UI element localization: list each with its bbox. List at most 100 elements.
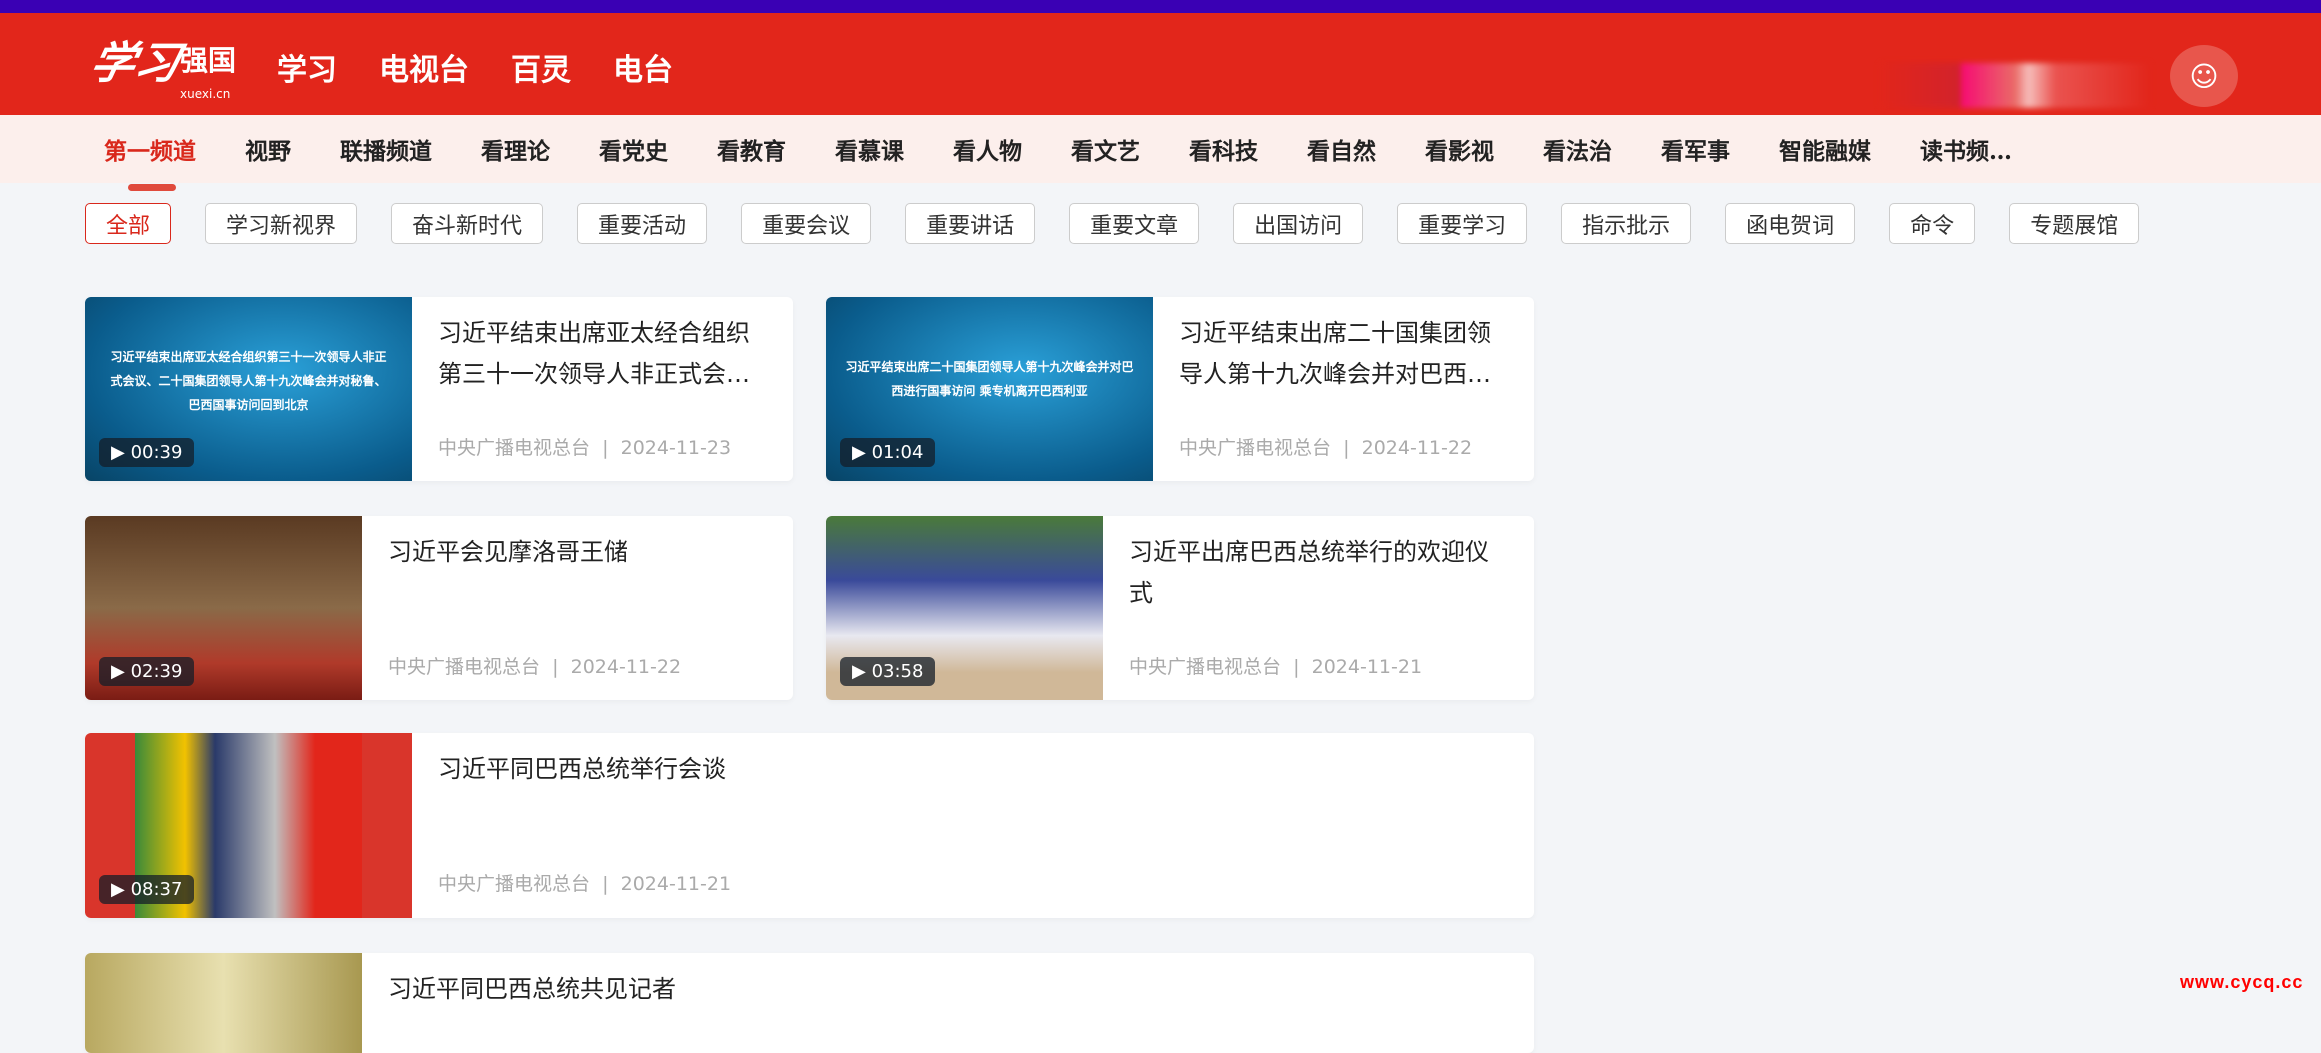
duration: 08:37: [131, 879, 183, 900]
thumbnail-caption: 习近平结束出席亚太经合组织第三十一次领导人非正式会议、二十国集团领导人第十九次峰…: [85, 345, 412, 417]
channel-tab[interactable]: 智能融媒: [1779, 132, 1871, 166]
filter-chip[interactable]: 命令: [1889, 203, 1975, 244]
video-thumbnail: 习近平结束出席二十国集团领导人第十九次峰会并对巴西进行国事访问 乘专机离开巴西利…: [826, 297, 1153, 481]
separator: |: [602, 873, 608, 895]
logo-script: 学习: [85, 27, 187, 91]
source: 中央广播电视总台: [438, 437, 590, 459]
filter-chip[interactable]: 重要讲话: [905, 203, 1035, 244]
video-thumbnail: ▶ 03:58: [826, 516, 1103, 700]
user-avatar-button[interactable]: ☺: [2170, 45, 2238, 107]
site-header: 学习强国xuexi.cn 学习 电视台 百灵 电台 ☺: [0, 13, 2321, 115]
duration: 01:04: [872, 442, 924, 463]
video-title[interactable]: 习近平同巴西总统举行会谈: [438, 749, 726, 790]
video-thumbnail: 习近平结束出席亚太经合组织第三十一次领导人非正式会议、二十国集团领导人第十九次峰…: [85, 297, 412, 481]
channel-nav: 第一频道 视野 联播频道 看理论 看党史 看教育 看慕课 看人物 看文艺 看科技 看自然 看影视 看法治…: [0, 115, 2321, 183]
video-title[interactable]: 习近平出席巴西总统举行的欢迎仪式: [1129, 532, 1509, 614]
channel-tab[interactable]: 联播频道: [340, 132, 432, 166]
date: 2024-11-21: [1312, 656, 1422, 678]
duration-badge: ▶ 00:39: [99, 438, 194, 467]
play-icon: ▶: [852, 661, 872, 682]
channel-tab[interactable]: 看科技: [1189, 132, 1258, 166]
video-card[interactable]: 习近平结束出席二十国集团领导人第十九次峰会并对巴西进行国事访问 乘专机离开巴西利…: [826, 297, 1534, 481]
date: 2024-11-22: [571, 656, 681, 678]
duration-badge: ▶ 01:04: [840, 438, 935, 467]
video-thumbnail: [85, 953, 362, 1053]
watermark: www.cycq.cc: [2180, 972, 2303, 993]
source: 中央广播电视总台: [438, 873, 590, 895]
channel-tab[interactable]: 看军事: [1661, 132, 1730, 166]
duration-badge: ▶ 02:39: [99, 657, 194, 686]
video-card[interactable]: 习近平同巴西总统共见记者: [85, 953, 1534, 1053]
duration-badge: ▶ 03:58: [840, 657, 935, 686]
logo-domain: xuexi.cn: [180, 87, 230, 101]
channel-tab[interactable]: 看人物: [953, 132, 1022, 166]
filter-chip[interactable]: 专题展馆: [2009, 203, 2139, 244]
channel-tab[interactable]: 看慕课: [835, 132, 904, 166]
video-card[interactable]: ▶ 03:58 习近平出席巴西总统举行的欢迎仪式 中央广播电视总台 | 2024…: [826, 516, 1534, 700]
filter-chip[interactable]: 重要学习: [1397, 203, 1527, 244]
date: 2024-11-22: [1362, 437, 1472, 459]
video-title[interactable]: 习近平结束出席亚太经合组织第三十一次领导人非正式会…: [438, 313, 768, 395]
channel-tab[interactable]: 看教育: [717, 132, 786, 166]
filter-chip[interactable]: 学习新视界: [205, 203, 357, 244]
video-title[interactable]: 习近平同巴西总统共见记者: [388, 969, 676, 1010]
duration-badge: ▶ 08:37: [99, 875, 194, 904]
video-meta: 中央广播电视总台 | 2024-11-23: [438, 433, 731, 460]
filter-chip[interactable]: 指示批示: [1561, 203, 1691, 244]
video-title[interactable]: 习近平结束出席二十国集团领导人第十九次峰会并对巴西…: [1179, 313, 1509, 395]
date: 2024-11-23: [621, 437, 731, 459]
nav-study[interactable]: 学习: [277, 45, 337, 89]
thumbnail-caption: 习近平结束出席二十国集团领导人第十九次峰会并对巴西进行国事访问 乘专机离开巴西利…: [826, 355, 1153, 403]
nav-bailing[interactable]: 百灵: [511, 45, 571, 89]
channel-tab[interactable]: 看法治: [1543, 132, 1612, 166]
channel-tab[interactable]: 读书频…: [1920, 132, 2012, 166]
channel-tab[interactable]: 看理论: [481, 132, 550, 166]
main-nav: 学习 电视台 百灵 电台: [277, 45, 673, 89]
video-meta: 中央广播电视总台 | 2024-11-21: [1129, 652, 1422, 679]
date: 2024-11-21: [621, 873, 731, 895]
filter-chip[interactable]: 奋斗新时代: [391, 203, 543, 244]
play-icon: ▶: [111, 442, 131, 463]
channel-tab[interactable]: 第一频道: [104, 132, 196, 166]
video-thumbnail: ▶ 08:37: [85, 733, 412, 918]
duration: 00:39: [131, 442, 183, 463]
browser-top-bar: [0, 0, 2321, 13]
channel-tab[interactable]: 看影视: [1425, 132, 1494, 166]
filter-chip[interactable]: 重要会议: [741, 203, 871, 244]
nav-tv[interactable]: 电视台: [379, 45, 469, 89]
site-logo[interactable]: 学习强国xuexi.cn: [92, 27, 236, 91]
play-icon: ▶: [111, 661, 131, 682]
filter-chip[interactable]: 重要文章: [1069, 203, 1199, 244]
blurred-user-info: [1880, 63, 2150, 108]
filter-chip[interactable]: 全部: [85, 203, 171, 244]
channel-tab[interactable]: 看文艺: [1071, 132, 1140, 166]
play-icon: ▶: [852, 442, 872, 463]
video-meta: 中央广播电视总台 | 2024-11-21: [438, 869, 731, 896]
duration: 03:58: [872, 661, 924, 682]
play-icon: ▶: [111, 879, 131, 900]
separator: |: [602, 437, 608, 459]
separator: |: [1293, 656, 1299, 678]
video-title[interactable]: 习近平会见摩洛哥王储: [388, 532, 768, 573]
video-thumbnail: ▶ 02:39: [85, 516, 362, 700]
nav-radio[interactable]: 电台: [613, 45, 673, 89]
logo-text: 强国: [180, 44, 236, 77]
channel-tab[interactable]: 看党史: [599, 132, 668, 166]
duration: 02:39: [131, 661, 183, 682]
filter-chip[interactable]: 出国访问: [1233, 203, 1363, 244]
video-card[interactable]: 习近平结束出席亚太经合组织第三十一次领导人非正式会议、二十国集团领导人第十九次峰…: [85, 297, 793, 481]
video-card[interactable]: ▶ 02:39 习近平会见摩洛哥王储 中央广播电视总台 | 2024-11-22: [85, 516, 793, 700]
source: 中央广播电视总台: [1129, 656, 1281, 678]
separator: |: [1343, 437, 1349, 459]
channel-tab[interactable]: 视野: [245, 132, 291, 166]
channel-tab[interactable]: 看自然: [1307, 132, 1376, 166]
filter-chip[interactable]: 函电贺词: [1725, 203, 1855, 244]
video-card[interactable]: ▶ 08:37 习近平同巴西总统举行会谈 中央广播电视总台 | 2024-11-…: [85, 733, 1534, 918]
source: 中央广播电视总台: [388, 656, 540, 678]
filter-chip[interactable]: 重要活动: [577, 203, 707, 244]
category-filters: 全部学习新视界奋斗新时代重要活动重要会议重要讲话重要文章出国访问重要学习指示批示…: [85, 203, 2139, 244]
user-icon: ☺: [2189, 60, 2218, 93]
video-meta: 中央广播电视总台 | 2024-11-22: [1179, 433, 1472, 460]
video-meta: 中央广播电视总台 | 2024-11-22: [388, 652, 681, 679]
source: 中央广播电视总台: [1179, 437, 1331, 459]
